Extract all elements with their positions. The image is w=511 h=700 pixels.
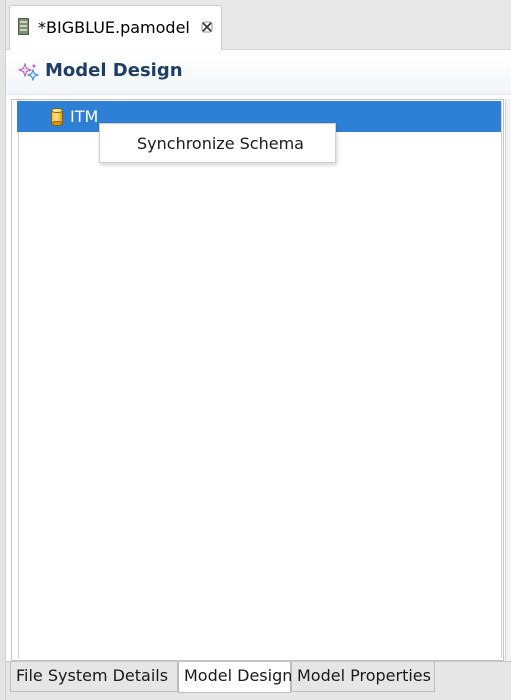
model-design-icon <box>18 62 40 82</box>
form-header: Model Design <box>6 50 511 95</box>
editor-tab-strip: *BIGBLUE.pamodel <box>6 0 511 50</box>
left-border <box>0 0 6 700</box>
close-icon[interactable] <box>200 20 214 34</box>
page-tab-bar: File System Details Model Design Model P… <box>6 661 511 700</box>
tab-file-system-details[interactable]: File System Details <box>10 662 178 692</box>
tree-item-label: ITM <box>70 107 99 126</box>
pamodel-file-icon <box>18 18 29 35</box>
tree-viewport <box>18 102 502 658</box>
tab-label: Model Properties <box>297 666 431 685</box>
menu-item-label: Synchronize Schema <box>137 134 304 153</box>
menu-item-synchronize-schema[interactable]: Synchronize Schema <box>101 125 334 161</box>
right-pane-edge <box>505 99 511 661</box>
model-tree[interactable] <box>11 99 504 661</box>
tab-model-properties[interactable]: Model Properties <box>291 662 435 692</box>
tab-label: Model Design <box>184 666 293 685</box>
editor-window: *BIGBLUE.pamodel Model Design ITM Synchr… <box>0 0 511 700</box>
database-icon <box>51 108 63 126</box>
editor-tab[interactable]: *BIGBLUE.pamodel <box>9 5 222 50</box>
editor-tab-title: *BIGBLUE.pamodel <box>38 18 190 37</box>
context-menu: Synchronize Schema <box>99 123 336 163</box>
tab-model-design[interactable]: Model Design <box>178 662 293 693</box>
form-title: Model Design <box>45 60 183 81</box>
tab-label: File System Details <box>16 666 169 685</box>
